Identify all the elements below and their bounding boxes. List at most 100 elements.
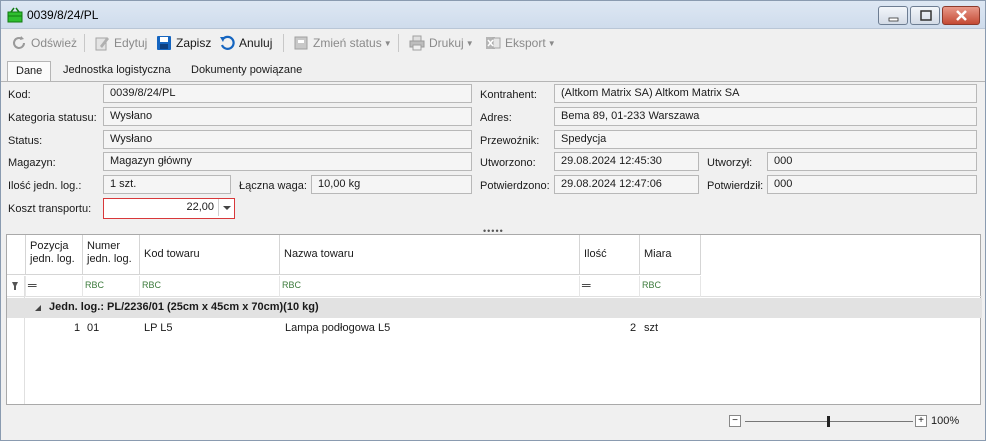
change-status-button[interactable]: Zmień status ▼ <box>293 33 392 53</box>
chevron-down-icon: ▼ <box>383 38 392 48</box>
refresh-button[interactable]: Odśwież <box>11 33 77 53</box>
basket-icon <box>7 7 23 23</box>
col-header-kod[interactable]: Kod towaru <box>140 235 280 275</box>
kategoria-field[interactable]: Wysłano <box>103 107 472 126</box>
collapse-icon[interactable] <box>34 304 42 312</box>
col-header-ilosc[interactable]: Ilość <box>580 235 640 275</box>
cell-numer: 01 <box>87 322 100 334</box>
tab-dane[interactable]: Dane <box>7 61 52 82</box>
filter-nazwa-text[interactable]: RBC <box>280 276 580 297</box>
excel-icon <box>486 37 501 49</box>
cell-nazwa: Lampa podłogowa L5 <box>285 322 391 334</box>
zoom-in-button[interactable]: + <box>915 415 927 427</box>
ilosc-field[interactable]: 1 szt. <box>103 175 231 194</box>
save-button[interactable]: Zapisz <box>156 33 211 53</box>
cell-miara: szt <box>644 322 659 334</box>
cancel-button[interactable]: Anuluj <box>219 33 272 53</box>
potwierdzono-field[interactable]: 29.08.2024 12:47:06 <box>554 175 699 194</box>
kod-field[interactable]: 0039/8/24/PL <box>103 84 472 103</box>
toolbar-separator <box>283 34 284 52</box>
items-grid: Pozycja jedn. log. Numer jedn. log. Kod … <box>6 234 982 405</box>
col-header-miara[interactable]: Miara <box>640 235 701 275</box>
filter-kod-text[interactable]: RBC <box>140 276 280 297</box>
col-header-nazwa-label: Nazwa towaru <box>284 248 354 260</box>
kategoria-label: Kategoria statusu: <box>8 112 97 124</box>
cell-kod: LP L5 <box>144 322 173 334</box>
koszt-transportu-input[interactable]: 22,00 <box>103 198 235 219</box>
save-label: Zapisz <box>176 36 212 50</box>
export-label: Eksport <box>505 36 546 50</box>
potwierdzil-field[interactable]: 000 <box>767 175 977 194</box>
magazyn-label: Magazyn: <box>8 157 56 169</box>
tab-strip: Dane Jednostka logistyczna Dokumenty pow… <box>1 59 985 82</box>
tab-jednostka-logistyczna[interactable]: Jednostka logistyczna <box>55 61 179 81</box>
order-window: 0039/8/24/PL Odśwież Edytuj Zapisz Anulu… <box>0 0 986 441</box>
printer-icon <box>409 35 425 51</box>
utworzyl-field[interactable]: 000 <box>767 152 977 171</box>
zoom-out-button[interactable]: − <box>729 415 741 427</box>
minimize-icon <box>888 17 899 22</box>
table-row[interactable]: 1 01 LP L5 Lampa podłogowa L5 2 szt <box>7 319 982 338</box>
cell-ilosc: 2 <box>630 322 637 334</box>
przewoznik-label: Przewoźnik: <box>480 135 540 147</box>
waga-label: Łączna waga: <box>239 180 307 192</box>
zoom-level: 100% <box>931 415 960 427</box>
ilosc-label: Ilość jedn. log.: <box>8 180 82 192</box>
col-header-pozycja[interactable]: Pozycja jedn. log. <box>26 235 83 275</box>
tab-dokumenty-powiazane[interactable]: Dokumenty powiązane <box>183 61 310 81</box>
potwierdzono-label: Potwierdzono: <box>480 180 550 192</box>
przewoznik-field[interactable]: Spedycja <box>554 130 977 149</box>
col-header-numer[interactable]: Numer jedn. log. <box>83 235 140 275</box>
utworzyl-label: Utworzył: <box>707 157 753 169</box>
minimize-button[interactable] <box>878 6 908 25</box>
cell-pozycja: 1 <box>74 322 81 334</box>
toolbar: Odśwież Edytuj Zapisz Anuluj Zmień statu… <box>1 30 985 56</box>
chevron-down-icon: ▼ <box>547 38 556 48</box>
export-button[interactable]: Eksport ▼ <box>485 33 556 53</box>
edit-button[interactable]: Edytuj <box>94 33 147 53</box>
col-header-ilosc-label: Ilość <box>584 248 607 260</box>
change-status-label: Zmień status <box>313 36 382 50</box>
maximize-button[interactable] <box>910 6 940 25</box>
dropdown-button[interactable] <box>218 199 234 216</box>
filter-miara-text[interactable]: RBC <box>640 276 701 297</box>
splitter-handle[interactable]: ••••• <box>1 225 985 236</box>
toolbar-separator <box>398 34 399 52</box>
koszt-value: 22,00 <box>186 201 214 213</box>
chevron-down-icon <box>223 206 231 210</box>
waga-field[interactable]: 10,00 kg <box>311 175 472 194</box>
close-icon <box>956 10 967 21</box>
magazyn-field[interactable]: Magazyn główny <box>103 152 472 171</box>
filter-pozycja-equals-icon[interactable]: ═ <box>26 276 83 297</box>
kontrahent-field[interactable]: (Altkom Matrix SA) Altkom Matrix SA <box>554 84 977 103</box>
filter-numer-text[interactable]: RBC <box>83 276 140 297</box>
chevron-down-icon: ▼ <box>465 38 474 48</box>
potwierdzil-label: Potwierdził: <box>707 180 764 192</box>
close-button[interactable] <box>942 6 980 25</box>
print-button[interactable]: Drukuj ▼ <box>409 33 474 53</box>
undo-icon <box>220 35 235 50</box>
col-header-nazwa[interactable]: Nazwa towaru <box>280 235 580 275</box>
maximize-icon <box>920 10 932 21</box>
group-row[interactable]: Jedn. log.: PL/2236/01 (25cm x 45cm x 70… <box>7 298 982 318</box>
refresh-label: Odśwież <box>31 36 78 50</box>
col-header-kod-label: Kod towaru <box>144 248 200 260</box>
adres-field[interactable]: Bema 89, 01-233 Warszawa <box>554 107 977 126</box>
zoom-slider-thumb[interactable] <box>827 416 830 427</box>
edit-label: Edytuj <box>114 36 148 50</box>
print-label: Drukuj <box>429 36 464 50</box>
status-label: Status: <box>8 135 43 147</box>
filter-ilosc-equals-icon[interactable]: ═ <box>580 276 640 297</box>
refresh-icon <box>13 36 25 49</box>
status-field[interactable]: Wysłano <box>103 130 472 149</box>
status-icon <box>294 36 308 50</box>
group-row-label: Jedn. log.: PL/2236/01 (25cm x 45cm x 70… <box>49 301 319 313</box>
edit-icon <box>95 37 109 51</box>
utworzono-label: Utworzono: <box>480 157 536 169</box>
adres-label: Adres: <box>480 112 512 124</box>
filter-row: ═ RBC RBC RBC ═ RBC <box>7 276 982 297</box>
window-title: 0039/8/24/PL <box>27 8 99 22</box>
utworzono-field[interactable]: 29.08.2024 12:45:30 <box>554 152 699 171</box>
koszt-label: Koszt transportu: <box>8 203 92 215</box>
cancel-label: Anuluj <box>239 36 273 50</box>
